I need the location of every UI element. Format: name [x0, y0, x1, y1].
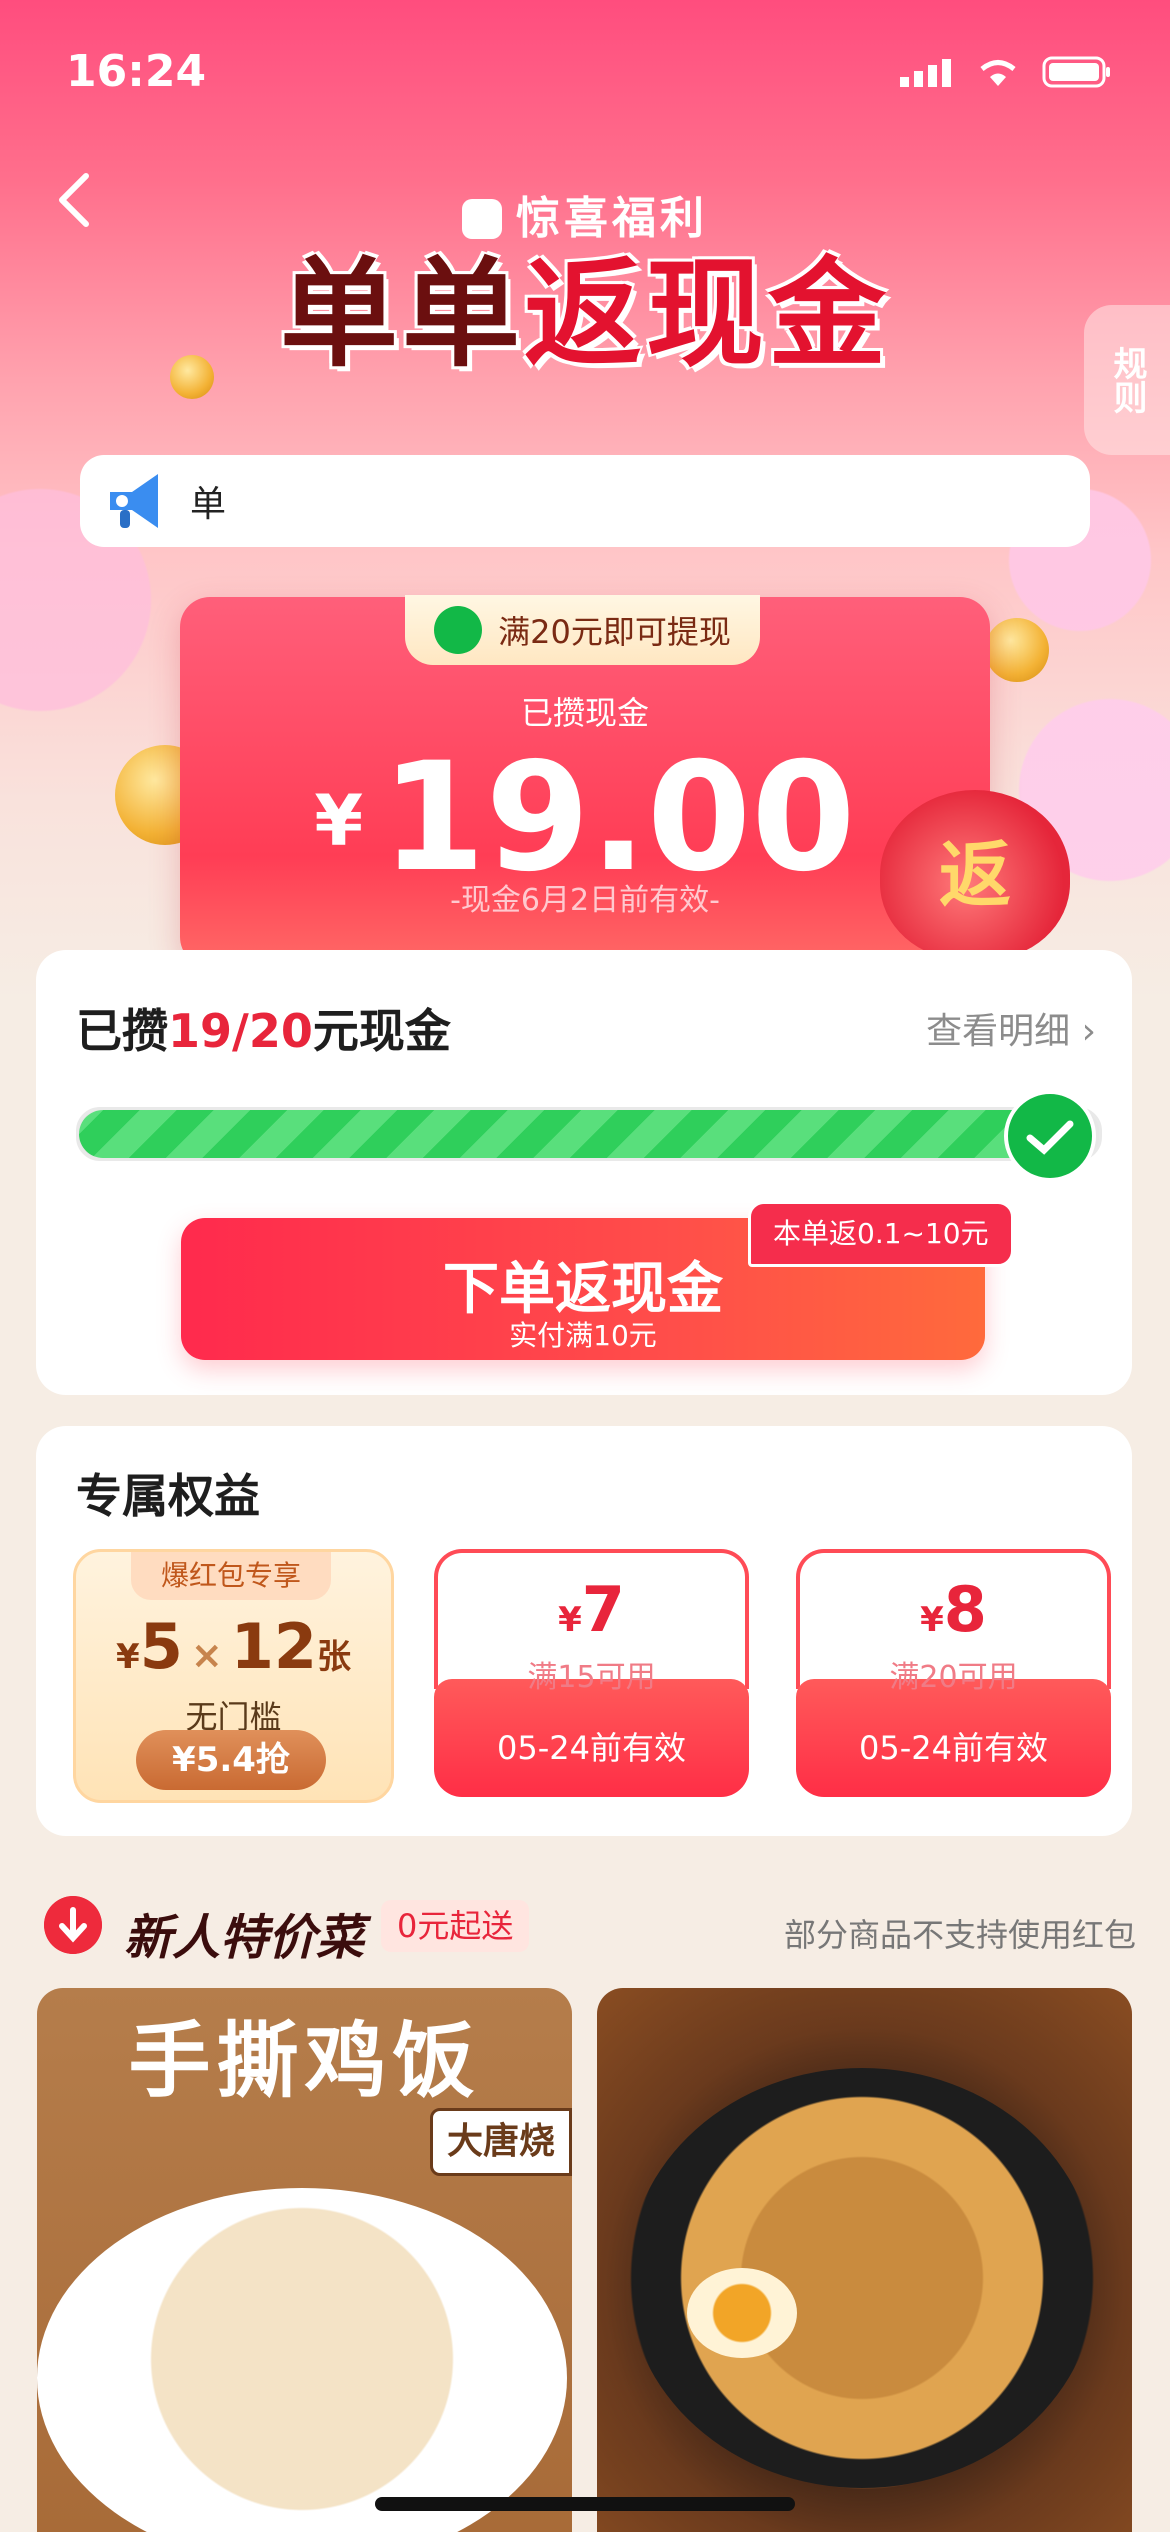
progress-bar	[76, 1107, 1102, 1161]
new-user-title: 新人特价菜	[124, 1910, 365, 1966]
wifi-icon	[980, 60, 1016, 86]
wechat-check-icon	[1004, 1090, 1096, 1182]
red-packet-card[interactable]: 爆红包专享 ¥5 × 12张 无门槛 ¥5.4抢	[73, 1549, 394, 1803]
red-packet-tag: 爆红包专享	[131, 1552, 331, 1600]
coupon-expiry: 05-24前有效	[859, 1729, 1048, 1767]
progress-title: 已攒19/20元现金	[76, 1004, 451, 1058]
coupon-amount: ¥7	[558, 1573, 625, 1646]
down-arrow-badge-icon	[44, 1896, 102, 1954]
food-card[interactable]	[597, 1988, 1132, 2532]
food-image	[627, 2068, 1097, 2488]
brand-title: 惊喜福利	[0, 182, 1170, 246]
coupon-card[interactable]: ¥8 满20可用 05-24前有效	[796, 1549, 1111, 1797]
coupon-condition: 满15可用	[527, 1660, 656, 1695]
cashback-bag-icon: 返	[880, 790, 1070, 960]
coin-decoration	[985, 618, 1049, 682]
megaphone-icon	[110, 474, 158, 528]
coupon-amount: ¥8	[920, 1573, 987, 1646]
food-name: 手撕鸡饭	[128, 2014, 481, 2109]
progress-panel: 已攒19/20元现金 查看明细 › 下单返现金 实付满10元 本单返0.1~10…	[36, 950, 1132, 1395]
food-image	[37, 2188, 567, 2532]
coupon-card[interactable]: ¥7 满15可用 05-24前有效	[434, 1549, 749, 1797]
egg-decoration	[687, 2268, 797, 2358]
battery-icon	[1042, 56, 1110, 88]
rules-tab[interactable]: 规则	[1084, 305, 1170, 455]
benefits-panel: 专属权益 爆红包专享 ¥5 × 12张 无门槛 ¥5.4抢 ¥7 满15可用 05-…	[36, 1426, 1132, 1836]
new-user-deals-header: 新人特价菜 0元起送 部分商品不支持使用红包	[36, 1892, 1136, 1966]
withdraw-tip: 满20元即可提现	[405, 595, 760, 665]
red-packet-value: ¥5 × 12张	[116, 1610, 351, 1683]
food-card[interactable]: 手撕鸡饭 大唐烧	[37, 1988, 572, 2532]
coupon-condition: 满20可用	[889, 1660, 1018, 1695]
progress-bar-fill	[79, 1110, 1048, 1158]
coin-decoration	[170, 355, 214, 399]
headline: 单单返现金	[279, 245, 891, 383]
notice-text: 单	[190, 484, 227, 525]
cta-sub-label: 实付满10元	[509, 1319, 657, 1352]
wechat-pay-icon	[434, 606, 483, 654]
shop-label: 大唐烧	[429, 2108, 572, 2176]
cashback-range-badge: 本单返0.1~10元	[748, 1201, 1014, 1267]
balance-label: 已攒现金	[520, 694, 649, 732]
status-time: 16:24	[66, 46, 207, 97]
red-packet-note: 部分商品不支持使用红包	[783, 1916, 1136, 1954]
benefits-title: 专属权益	[76, 1469, 260, 1523]
coupon-expiry: 05-24前有效	[497, 1729, 686, 1767]
view-details-link[interactable]: 查看明细 ›	[926, 1002, 1096, 1054]
home-indicator	[375, 2497, 795, 2511]
free-delivery-tag: 0元起送	[381, 1900, 530, 1952]
grab-button[interactable]: ¥5.4抢	[136, 1730, 326, 1790]
status-icons	[900, 56, 1112, 88]
notice-bar[interactable]: 单	[80, 455, 1090, 547]
signal-icon	[900, 59, 951, 87]
gift-bag-icon	[462, 199, 502, 239]
